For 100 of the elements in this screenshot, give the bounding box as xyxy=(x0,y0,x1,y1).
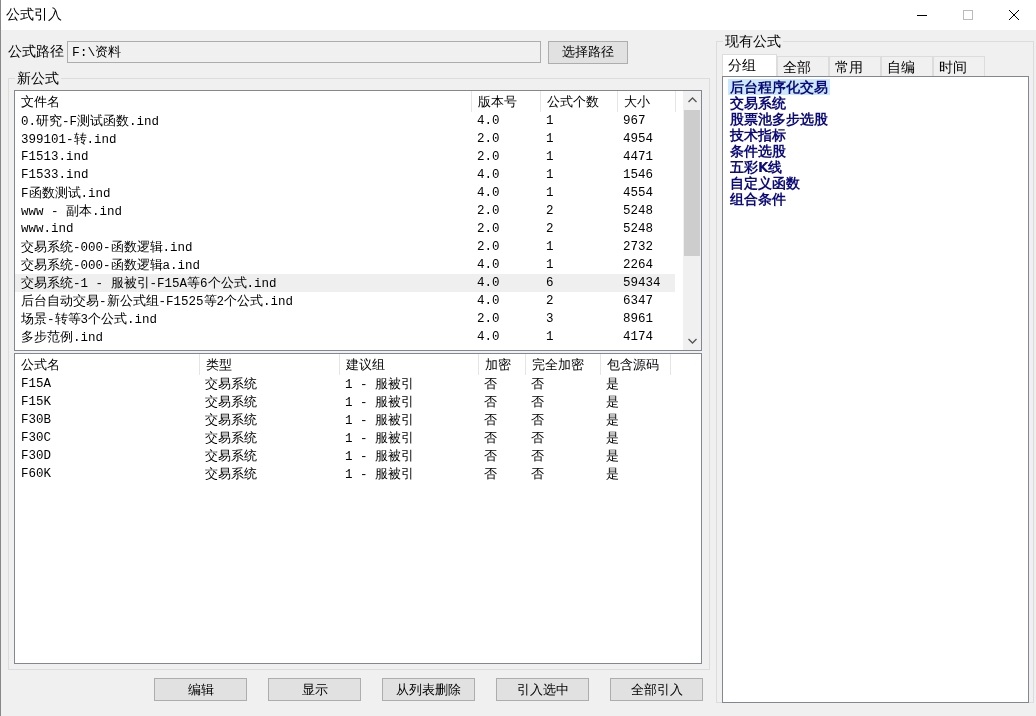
table-cell-text: 否 xyxy=(530,430,545,447)
table-cell-text: 1 - 服被引 xyxy=(344,430,415,447)
tab[interactable]: 常用 xyxy=(829,56,881,76)
table-cell: F15A xyxy=(15,375,199,393)
table-row[interactable]: 0.研究-F测试函数.ind 4.0 1 967 xyxy=(15,112,675,130)
table-row[interactable]: 交易系统-000-函数逻辑.ind 2.0 1 2732 xyxy=(15,238,675,256)
column-header[interactable]: 包含源码 xyxy=(600,354,670,375)
table-cell: 6 xyxy=(540,274,617,292)
table-cell-text: 1 xyxy=(545,131,555,148)
scrollbar[interactable] xyxy=(683,91,701,350)
action-button[interactable]: 全部引入 xyxy=(610,678,703,701)
table-cell-text: F15K xyxy=(20,394,52,411)
table-cell-text: 否 xyxy=(530,394,545,411)
group-title: 现有公式 xyxy=(723,33,783,49)
tab[interactable]: 时间 xyxy=(933,56,985,76)
column-header[interactable]: 版本号 xyxy=(471,91,540,112)
list-item[interactable]: 股票池多步选股 xyxy=(728,111,830,127)
action-button[interactable]: 编辑 xyxy=(154,678,247,701)
table-cell-text: 交易系统 xyxy=(204,448,258,465)
table-cell-text: 399101-转.ind xyxy=(20,131,118,148)
table-cell-text: www - 副本.ind xyxy=(20,203,123,220)
column-header[interactable]: 加密 xyxy=(478,354,525,375)
scroll-down-icon[interactable] xyxy=(687,338,697,344)
table-cell-text: 1 - 服被引 xyxy=(344,412,415,429)
tab[interactable]: 自编 xyxy=(881,56,933,76)
table-cell-text: 2.0 xyxy=(476,203,501,220)
table-row[interactable]: 399101-转.ind 2.0 1 4954 xyxy=(15,130,675,148)
table-cell-text: 否 xyxy=(483,394,498,411)
list-item[interactable]: 技术指标 xyxy=(728,127,788,143)
scroll-thumb[interactable] xyxy=(684,110,700,256)
table-cell-text: 是 xyxy=(605,412,620,429)
table-cell-text: 是 xyxy=(605,394,620,411)
table-cell-text: F30D xyxy=(20,448,52,465)
scroll-up-icon[interactable] xyxy=(687,97,697,103)
table-row[interactable]: www.ind 2.0 2 5248 xyxy=(15,220,675,238)
table-row[interactable]: 交易系统-1 - 服被引-F15A等6个公式.ind 4.0 6 59434 xyxy=(15,274,675,292)
table-cell-text: 4954 xyxy=(622,131,654,148)
table-cell: 6347 xyxy=(617,292,675,310)
table-cell-text: 2732 xyxy=(622,239,654,256)
table-cell-text: 2.0 xyxy=(476,239,501,256)
table-row[interactable]: 多步范例.ind 4.0 1 4174 xyxy=(15,328,675,346)
table-cell-text: F30C xyxy=(20,430,52,447)
choose-path-button[interactable]: 选择路径 xyxy=(548,40,628,64)
action-button[interactable]: 显示 xyxy=(268,678,361,701)
action-button[interactable]: 引入选中 xyxy=(496,678,589,701)
table-cell-text: 4.0 xyxy=(476,185,501,202)
column-header[interactable]: 大小 xyxy=(617,91,675,112)
list-item[interactable]: 组合条件 xyxy=(728,191,788,207)
table-cell: 交易系统 xyxy=(199,375,339,393)
table-cell: 4.0 xyxy=(471,292,540,310)
list-item[interactable]: 后台程序化交易 xyxy=(728,79,830,95)
table-cell: 1 - 服被引 xyxy=(339,375,478,393)
list-item[interactable]: 自定义函数 xyxy=(728,175,802,191)
column-header[interactable]: 建议组 xyxy=(339,354,478,375)
table-row[interactable]: 交易系统-000-函数逻辑a.ind 4.0 1 2264 xyxy=(15,256,675,274)
table-cell-text: 是 xyxy=(605,448,620,465)
list-item[interactable]: 五彩K线 xyxy=(728,159,785,175)
table-cell-text: 2.0 xyxy=(476,149,501,166)
table-row[interactable]: www - 副本.ind 2.0 2 5248 xyxy=(15,202,675,220)
table-cell-text: www.ind xyxy=(20,221,75,238)
table-cell-text: 多步范例.ind xyxy=(20,329,104,346)
action-button[interactable]: 从列表删除 xyxy=(382,678,475,701)
window-title: 公式引入 xyxy=(5,6,62,24)
table-row[interactable]: F1533.ind 4.0 1 1546 xyxy=(15,166,675,184)
list-item[interactable]: 交易系统 xyxy=(728,95,788,111)
table-cell-text: 交易系统 xyxy=(204,394,258,411)
table-cell: 59434 xyxy=(617,274,675,292)
table-cell-text: 1 xyxy=(545,185,555,202)
column-header[interactable]: 公式个数 xyxy=(540,91,617,112)
table-cell-text: 1 xyxy=(545,149,555,166)
tab[interactable]: 全部 xyxy=(777,56,829,76)
table-cell-text: 2 xyxy=(545,221,555,238)
table-cell: 交易系统-1 - 服被引-F15A等6个公式.ind xyxy=(15,274,471,292)
table-cell-text: 1546 xyxy=(622,167,654,184)
column-header[interactable]: 类型 xyxy=(199,354,339,375)
table-row[interactable]: 场景-转等3个公式.ind 2.0 3 8961 xyxy=(15,310,675,328)
table-cell-text: 交易系统 xyxy=(204,412,258,429)
column-header[interactable]: 公式名 xyxy=(15,354,199,375)
table-row[interactable]: F函数测试.ind 4.0 1 4554 xyxy=(15,184,675,202)
table-cell-text: 4.0 xyxy=(476,167,501,184)
path-field[interactable]: F:\资料 xyxy=(67,41,541,63)
table-cell-text: F1513.ind xyxy=(20,149,90,166)
table-cell-text: 否 xyxy=(483,430,498,447)
column-header[interactable]: 完全加密 xyxy=(525,354,600,375)
table-cell: 0.研究-F测试函数.ind xyxy=(15,112,471,130)
table-cell-text: 1 - 服被引 xyxy=(344,466,415,483)
table-cell-text: 4554 xyxy=(622,185,654,202)
tab[interactable]: 分组 xyxy=(722,54,777,76)
table-row[interactable]: 后台自动交易-新公式组-F1525等2个公式.ind 4.0 2 6347 xyxy=(15,292,675,310)
table-cell: 交易系统-000-函数逻辑a.ind xyxy=(15,256,471,274)
table-cell-text: 否 xyxy=(483,412,498,429)
table-cell-text: 场景-转等3个公式.ind xyxy=(20,311,158,328)
list-item[interactable]: 条件选股 xyxy=(728,143,788,159)
table-cell-text: 否 xyxy=(530,466,545,483)
table-cell-text: 交易系统 xyxy=(204,430,258,447)
table-cell-text: 4174 xyxy=(622,329,654,346)
column-header[interactable]: 文件名 xyxy=(15,91,471,112)
table-cell: 后台自动交易-新公式组-F1525等2个公式.ind xyxy=(15,292,471,310)
close-icon[interactable] xyxy=(1008,9,1020,21)
table-row[interactable]: F1513.ind 2.0 1 4471 xyxy=(15,148,675,166)
